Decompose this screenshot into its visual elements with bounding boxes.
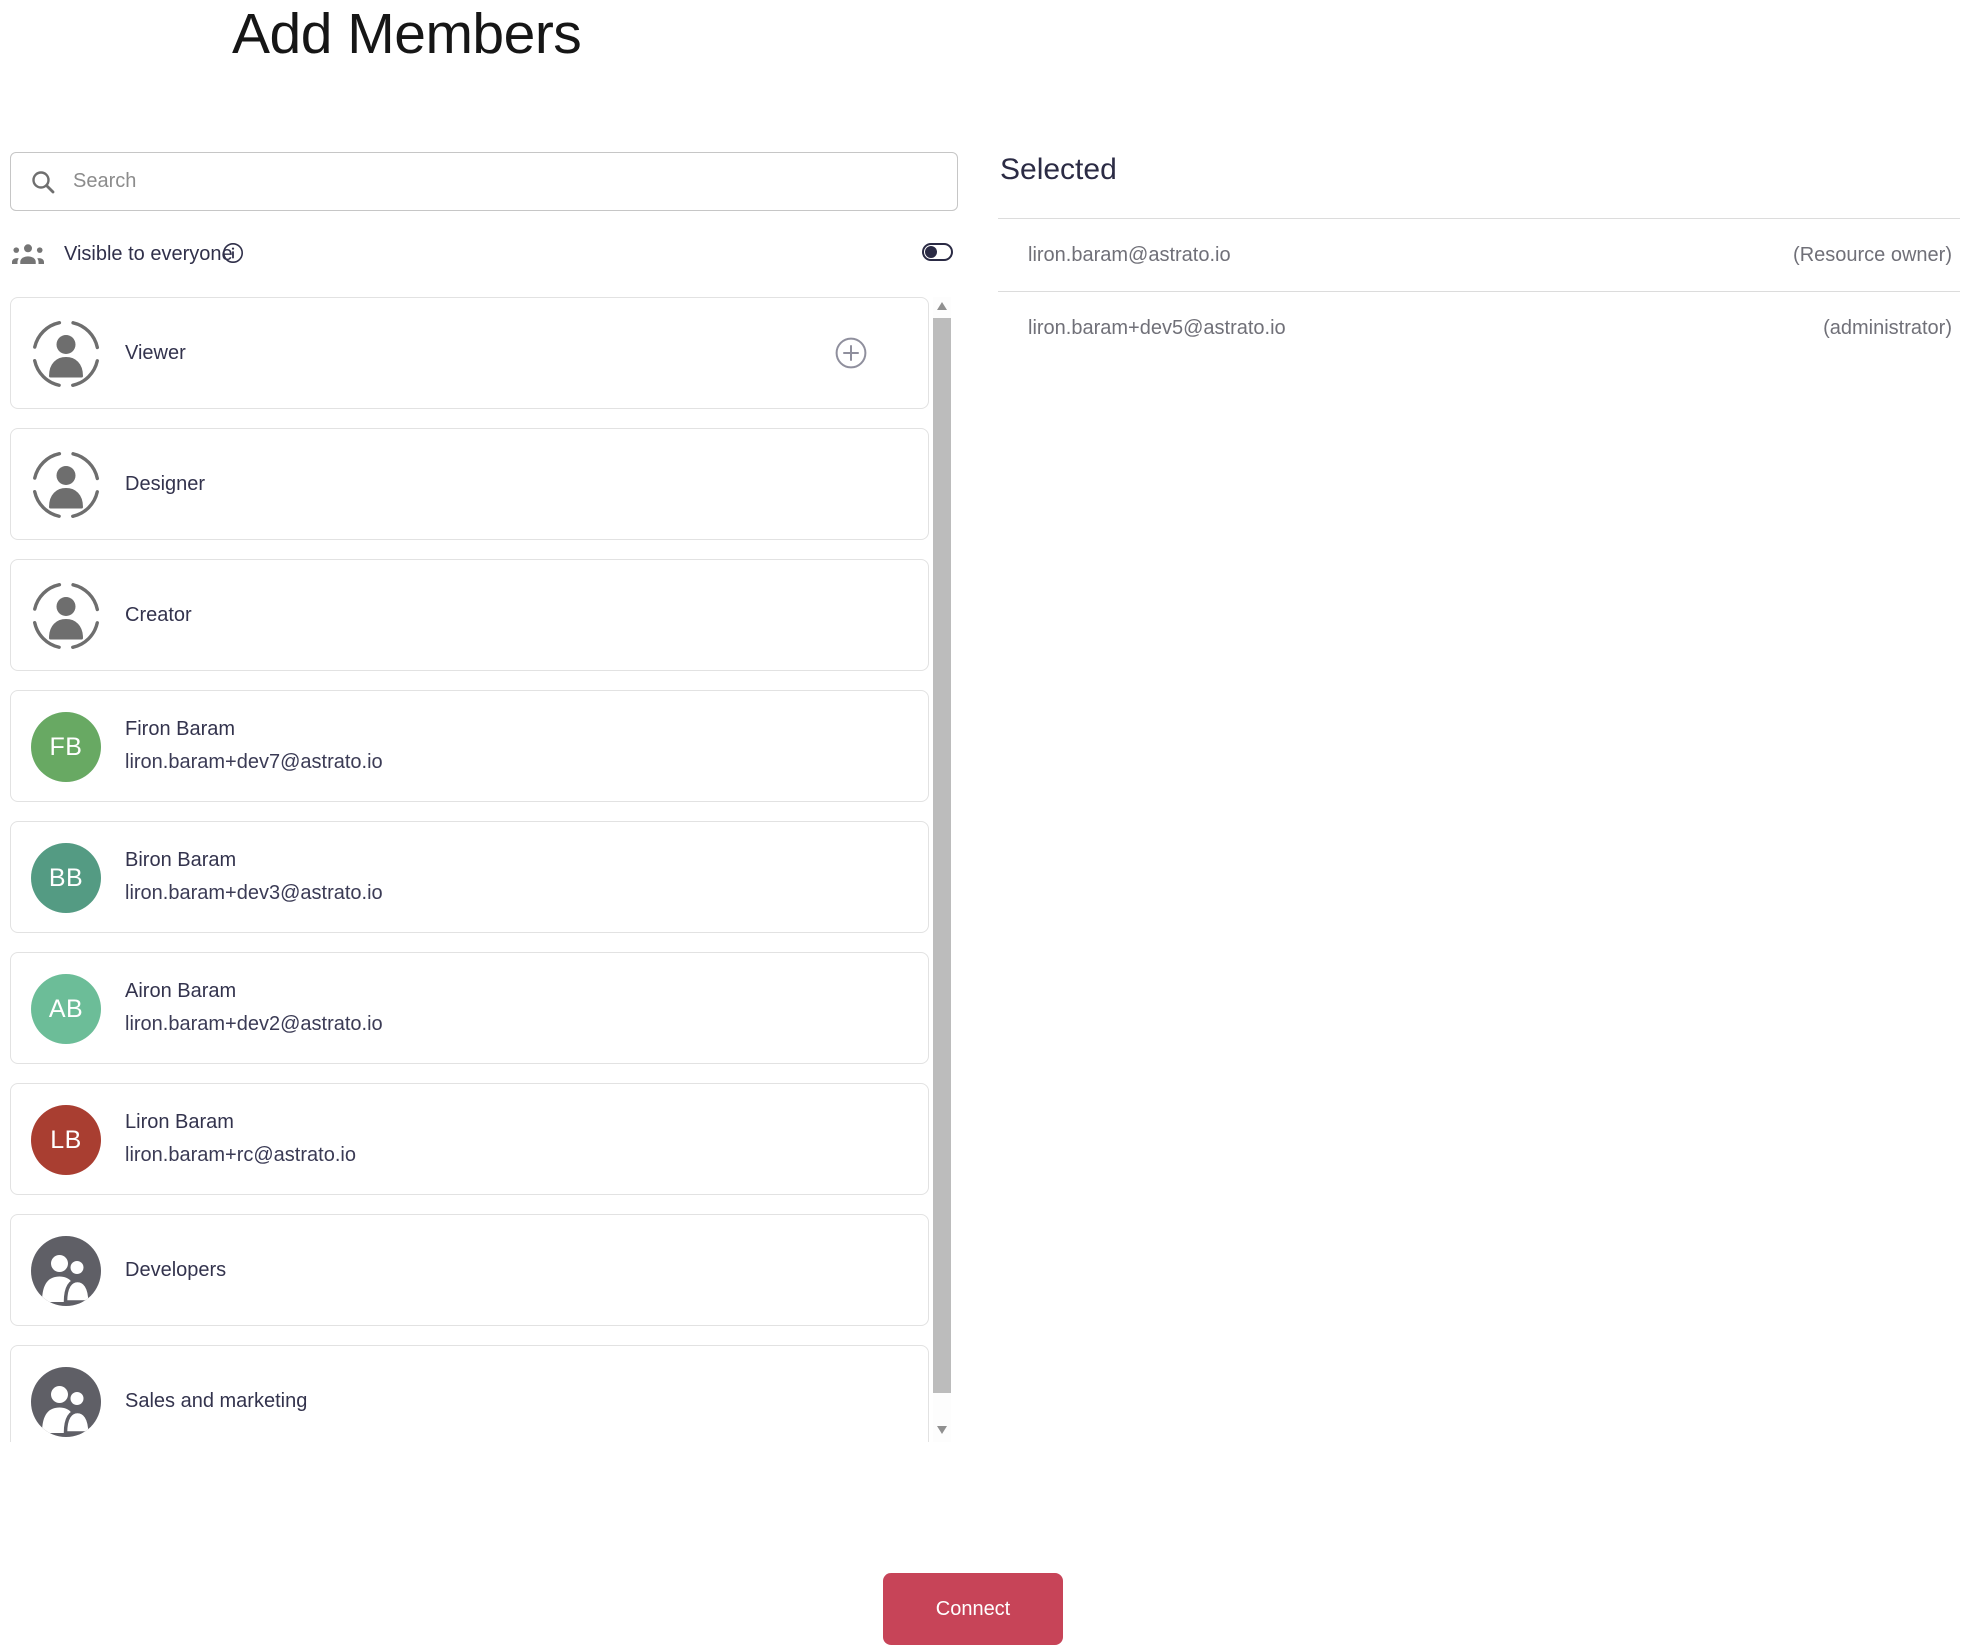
list-scrollbar[interactable] — [933, 297, 951, 1442]
members-list: Viewer Designer Creator FB Firon Baram l… — [0, 290, 962, 1442]
list-item-user[interactable]: AB Airon Baram liron.baram+dev2@astrato.… — [10, 952, 929, 1064]
search-input[interactable] — [11, 153, 957, 210]
avatar: AB — [31, 974, 101, 1044]
list-item-label: Sales and marketing — [125, 1389, 308, 1412]
selected-role: (administrator) — [1823, 317, 1952, 339]
list-item-label: Developers — [125, 1258, 227, 1281]
list-item-text: Airon Baram liron.baram+dev2@astrato.io — [125, 979, 383, 1037]
list-item-user[interactable]: BB Biron Baram liron.baram+dev3@astrato.… — [10, 821, 929, 933]
user-email: liron.baram+dev7@astrato.io — [125, 751, 383, 773]
person-dashed-icon — [32, 451, 100, 519]
user-email: liron.baram+dev2@astrato.io — [125, 1013, 383, 1035]
selected-email: liron.baram+dev5@astrato.io — [1028, 317, 1286, 339]
visibility-label: Visible to everyone — [64, 243, 233, 265]
user-name: Biron Baram — [125, 849, 237, 871]
avatar-initials: BB — [48, 863, 84, 892]
selected-role: (Resource owner) — [1793, 243, 1952, 266]
avatar: BB — [31, 843, 101, 913]
user-email: liron.baram+rc@astrato.io — [125, 1144, 356, 1166]
page-title: Add Members — [232, 2, 582, 66]
user-name: Firon Baram — [125, 718, 236, 740]
list-item-label: Designer — [125, 472, 206, 495]
avatar: LB — [31, 1105, 101, 1175]
list-item-creator[interactable]: Creator — [10, 559, 929, 671]
avatar: FB — [31, 712, 101, 782]
search-box[interactable] — [10, 152, 958, 211]
avatar-initials: FB — [49, 732, 83, 761]
list-item-text: Firon Baram liron.baram+dev7@astrato.io — [125, 717, 383, 775]
person-dashed-icon — [32, 320, 100, 388]
list-item-user[interactable]: LB Liron Baram liron.baram+rc@astrato.io — [10, 1083, 929, 1195]
selected-row: liron.baram+dev5@astrato.io (administrat… — [998, 292, 1960, 365]
user-name: Liron Baram — [125, 1111, 234, 1133]
list-item-text: Liron Baram liron.baram+rc@astrato.io — [125, 1110, 356, 1168]
list-item-text: Biron Baram liron.baram+dev3@astrato.io — [125, 848, 383, 906]
avatar-initials: AB — [48, 994, 84, 1023]
plus-circle-icon[interactable] — [835, 337, 867, 369]
list-item-label: Creator — [125, 603, 192, 626]
connect-button[interactable]: Connect — [883, 1573, 1063, 1645]
scrollbar-down-icon[interactable] — [937, 1426, 947, 1434]
user-email: liron.baram+dev3@astrato.io — [125, 882, 383, 904]
scrollbar-thumb[interactable] — [933, 318, 951, 1393]
avatar-initials: LB — [50, 1125, 82, 1154]
people-circle-icon — [31, 1367, 101, 1437]
visibility-toggle[interactable] — [922, 243, 953, 261]
list-item-designer[interactable]: Designer — [10, 428, 929, 540]
person-dashed-icon — [32, 582, 100, 650]
selected-list: liron.baram@astrato.io (Resource owner) … — [998, 218, 1960, 365]
add-members-dialog: Add Members Visible to everyone — [0, 0, 1973, 1651]
list-item-user[interactable]: FB Firon Baram liron.baram+dev7@astrato.… — [10, 690, 929, 802]
visibility-row: Visible to everyone — [0, 238, 960, 272]
user-name: Airon Baram — [125, 980, 237, 1002]
list-item-viewer[interactable]: Viewer — [10, 297, 929, 409]
groups-icon — [12, 244, 44, 264]
selected-row: liron.baram@astrato.io (Resource owner) — [998, 219, 1960, 292]
list-item-group[interactable]: Sales and marketing — [10, 1345, 929, 1442]
toggle-knob — [925, 246, 937, 258]
list-item-label: Viewer — [125, 341, 186, 364]
selected-heading: Selected — [1000, 153, 1117, 186]
people-circle-icon — [31, 1236, 101, 1306]
list-item-group[interactable]: Developers — [10, 1214, 929, 1326]
selected-email: liron.baram@astrato.io — [1028, 243, 1231, 266]
scrollbar-up-icon[interactable] — [937, 302, 947, 310]
info-icon[interactable] — [222, 242, 244, 264]
